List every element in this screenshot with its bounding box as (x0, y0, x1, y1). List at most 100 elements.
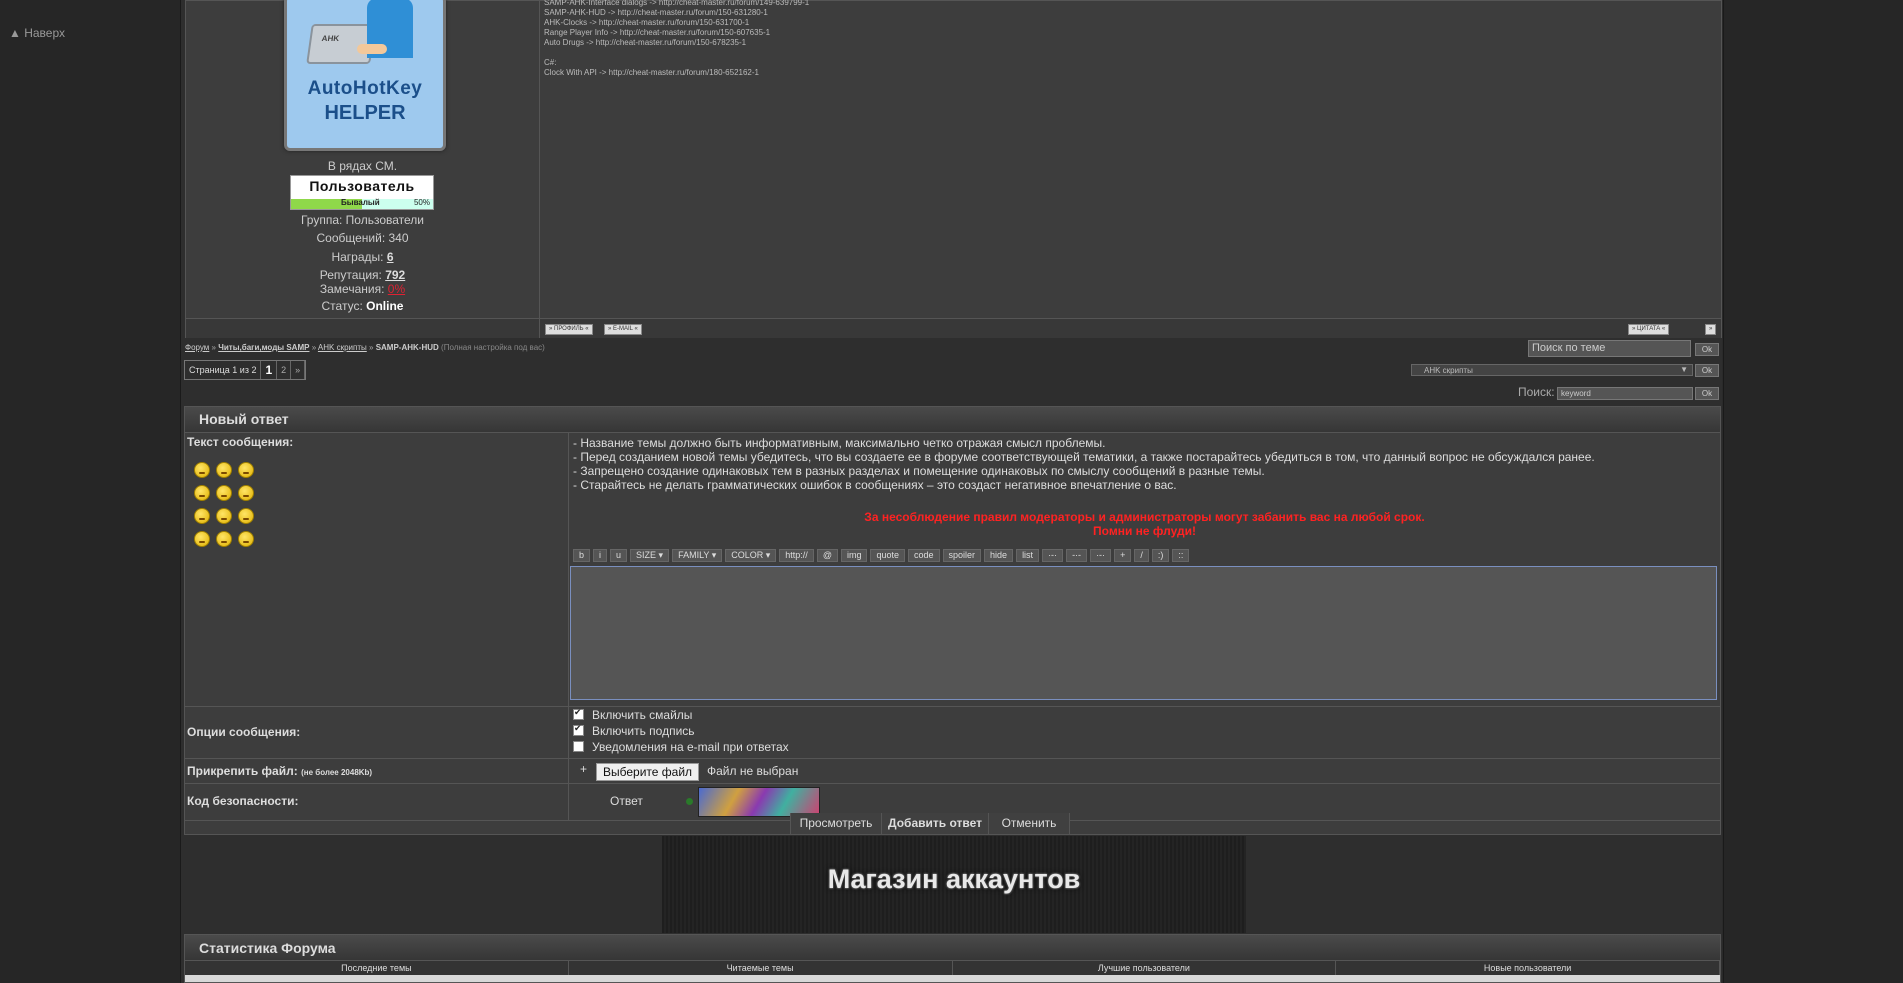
to-top-link[interactable]: ▲ Наверх (9, 26, 65, 40)
captcha-answer-input[interactable]: Ответ (610, 794, 643, 808)
attach-note: (не более 2048Kb) (301, 768, 373, 777)
bbcode-button[interactable]: ·-· (1090, 549, 1112, 562)
message-textarea[interactable] (570, 566, 1717, 700)
bbcode-button[interactable]: + (1114, 549, 1132, 562)
breadcrumb-sep: » (369, 343, 374, 352)
search-label: Поиск: (1518, 385, 1555, 399)
signature-line[interactable]: Auto Drugs -> http://cheat-master.ru/for… (544, 38, 809, 48)
breadcrumb: Форум » Читы,баги,моды SAMP » AHK скрипт… (185, 343, 545, 352)
breadcrumb-subsection[interactable]: AHK скрипты (318, 343, 367, 352)
submit-reply-button[interactable]: Добавить ответ (881, 813, 989, 834)
signature-line[interactable]: Range Player Info -> http://cheat-master… (544, 28, 809, 38)
captcha-refresh-icon[interactable] (686, 798, 693, 805)
breadcrumb-forum[interactable]: Форум (185, 343, 209, 352)
bbcode-button[interactable]: http:// (779, 549, 814, 562)
checkbox-email-notify[interactable] (573, 741, 584, 752)
bbcode-button[interactable]: img (840, 549, 868, 562)
rank-progress-bar: Бывалый 50% (291, 198, 433, 209)
forum-jump-ok-button[interactable]: Ok (1695, 364, 1719, 377)
scroll-up-button[interactable]: » (1705, 324, 1717, 335)
bbcode-button[interactable]: FAMILY ▾ (672, 549, 723, 562)
bbcode-button[interactable]: quote (870, 549, 905, 562)
warnings-link[interactable]: 0% (388, 282, 405, 296)
signature-line[interactable] (544, 48, 809, 58)
forum-post: AHK AutoHotKey HELPER В рядах СМ. Пользо… (185, 0, 1722, 338)
cancel-button[interactable]: Отменить (988, 813, 1070, 834)
chevron-down-icon: ▼ (1680, 365, 1688, 374)
smile-icon[interactable] (238, 485, 254, 501)
bbcode-button[interactable]: / (1134, 549, 1149, 562)
forum-stats: Статистика Форума Последние темы Читаемы… (184, 934, 1721, 983)
smile-icon[interactable] (194, 462, 210, 478)
signature-line[interactable]: C#: (544, 58, 809, 68)
rank-badge: Пользователь Бывалый 50% (290, 175, 434, 210)
smile-icon[interactable] (238, 531, 254, 547)
email-button[interactable]: » E-MAIL « (604, 324, 642, 335)
options-label: Опции сообщения: (187, 725, 301, 739)
topic-search-input[interactable]: Поиск по теме (1528, 340, 1691, 357)
banner-text: Магазин аккаунтов (827, 864, 1081, 894)
message-label-cell: Текст сообщения: (185, 433, 569, 706)
captcha-label: Код безопасности: (187, 794, 299, 808)
bbcode-button[interactable]: spoiler (942, 549, 982, 562)
bbcode-button[interactable]: b (573, 549, 591, 562)
breadcrumb-topic-desc: (Полная настройка под вас) (441, 343, 545, 352)
profile-button[interactable]: » ПРОФИЛЬ « (545, 324, 593, 335)
smile-icon[interactable] (216, 531, 232, 547)
topic-search-ok-button[interactable]: Ok (1695, 343, 1719, 356)
signature-line[interactable]: SAMP-AHK-HUD -> http://cheat-master.ru/f… (544, 8, 809, 18)
signature-line[interactable]: AHK-Clocks -> http://cheat-master.ru/for… (544, 18, 809, 28)
smile-icon[interactable] (216, 508, 232, 524)
smile-icon[interactable] (216, 462, 232, 478)
smile-icon[interactable] (194, 485, 210, 501)
stats-columns: Последние темы Читаемые темы Лучшие поль… (185, 961, 1720, 975)
rank-level: Бывалый (341, 198, 380, 207)
bbcode-button[interactable]: hide (984, 549, 1014, 562)
forum-jump-select[interactable]: AHK скрипты ▼ (1411, 364, 1693, 376)
awards-link[interactable]: 6 (387, 250, 394, 264)
bbcode-button[interactable]: i (593, 549, 608, 562)
checkbox-signature[interactable] (573, 723, 584, 736)
post-footer-divider (539, 319, 540, 338)
main-column: AHK AutoHotKey HELPER В рядах СМ. Пользо… (181, 0, 1722, 983)
search-input[interactable]: keyword (1557, 387, 1693, 400)
form-actions: Просмотреть Добавить ответ Отменить (185, 813, 1720, 834)
accounts-shop-banner[interactable]: Магазин аккаунтов (662, 836, 1246, 933)
attach-label: Прикрепить файл: (не более 2048Kb) (187, 764, 372, 778)
bbcode-button[interactable]: :: (1172, 549, 1190, 562)
smile-icon[interactable] (238, 462, 254, 478)
bbcode-button[interactable]: :) (1151, 549, 1170, 562)
bbcode-button[interactable]: COLOR ▾ (725, 549, 777, 562)
smile-icon[interactable] (194, 508, 210, 524)
smile-icon[interactable] (238, 508, 254, 524)
forum-jump-selected: AHK скрипты (1424, 366, 1473, 375)
search-ok-button[interactable]: Ok (1695, 387, 1719, 400)
preview-button[interactable]: Просмотреть (790, 813, 882, 834)
bbcode-button[interactable]: code (908, 549, 940, 562)
pager-next[interactable]: » (291, 361, 306, 379)
arm-icon (357, 44, 387, 54)
pager-page-2[interactable]: 2 (277, 361, 292, 379)
bbcode-button[interactable]: @ (816, 549, 838, 562)
awards-label: Награды: (331, 250, 384, 264)
bbcode-button[interactable]: u (610, 549, 628, 562)
signature-line[interactable]: SAMP-AHK-Interface dialogs -> http://che… (544, 0, 809, 8)
add-file-button[interactable]: + (580, 762, 587, 776)
signature-line[interactable]: Clock With API -> http://cheat-master.ru… (544, 68, 809, 78)
breadcrumb-section[interactable]: Читы,баги,моды SAMP (218, 343, 309, 352)
option-smiles[interactable]: Включить смайлы (573, 707, 692, 722)
quote-button[interactable]: » ЦИТАТА « (1628, 324, 1670, 335)
checkbox-smiles[interactable] (573, 707, 584, 720)
bbcode-button[interactable]: -·- (1066, 549, 1088, 562)
smile-icon[interactable] (194, 531, 210, 547)
reputation-link[interactable]: 792 (385, 268, 405, 282)
choose-file-button[interactable]: Выберите файл (596, 763, 700, 781)
right-gutter (1723, 0, 1903, 983)
smile-icon[interactable] (216, 485, 232, 501)
bbcode-button[interactable]: SIZE ▾ (630, 549, 670, 562)
bbcode-button[interactable]: list (1016, 549, 1040, 562)
options-label-cell: Опции сообщения: (185, 707, 569, 758)
bbcode-button[interactable]: ·-· (1042, 549, 1064, 562)
option-signature[interactable]: Включить подпись (573, 723, 695, 738)
option-email-notify[interactable]: Уведомления на e-mail при ответах (573, 740, 789, 754)
